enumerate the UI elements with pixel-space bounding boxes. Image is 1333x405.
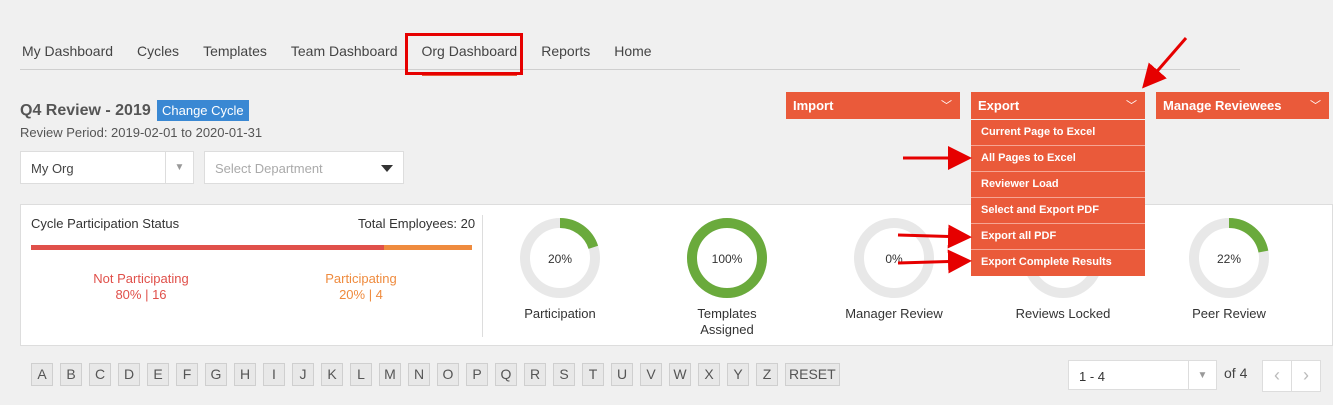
progress-ring-participation: 20%	[518, 216, 602, 300]
letter-filter-t[interactable]: T	[582, 363, 604, 386]
ring-value: 100%	[711, 252, 743, 266]
manage-reviewees-button[interactable]: Manage Reviewees ﹀	[1156, 92, 1329, 119]
department-placeholder: Select Department	[215, 161, 323, 176]
ring-caption: Peer Review	[1192, 306, 1266, 321]
participating-label: Participating	[325, 271, 397, 286]
page-range-select[interactable]: 1 - 4 ▼	[1068, 360, 1217, 390]
prev-page-button[interactable]: ‹	[1262, 360, 1292, 392]
org-select-value: My Org	[31, 161, 74, 176]
menu-item-export-complete-results[interactable]: Export Complete Results	[971, 250, 1145, 276]
chevron-down-icon: ﹀	[941, 100, 952, 112]
letter-filter-k[interactable]: K	[321, 363, 343, 386]
total-employees: Total Employees: 20	[358, 216, 476, 231]
participating-stat: Participating 20% | 4	[311, 271, 411, 303]
letter-filter-a[interactable]: A	[31, 363, 53, 386]
letter-filter-x[interactable]: X	[698, 363, 720, 386]
letter-filter-n[interactable]: N	[408, 363, 430, 386]
letter-filter-u[interactable]: U	[611, 363, 633, 386]
progress-ring-templates-assigned: 100%	[685, 216, 769, 300]
reset-filter-button[interactable]: RESET	[785, 363, 840, 386]
chevron-down-icon: ▼	[165, 152, 193, 183]
chevron-down-icon: ▼	[1188, 361, 1216, 389]
letter-filter-b[interactable]: B	[60, 363, 82, 386]
letter-filter-e[interactable]: E	[147, 363, 169, 386]
chevron-down-icon: ﹀	[1126, 100, 1137, 112]
tab-my-dashboard[interactable]: My Dashboard	[22, 40, 113, 70]
letter-filter-c[interactable]: C	[89, 363, 111, 386]
tab-team-dashboard[interactable]: Team Dashboard	[291, 40, 398, 70]
export-label: Export	[978, 98, 1020, 113]
review-title: Q4 Review - 2019	[20, 102, 151, 119]
not-participating-segment	[31, 245, 384, 250]
menu-item-reviewer-load[interactable]: Reviewer Load	[971, 172, 1145, 198]
org-select[interactable]: My Org ▼	[20, 151, 194, 184]
not-participating-stat: Not Participating 80% | 16	[91, 271, 191, 303]
not-participating-label: Not Participating	[93, 271, 189, 286]
letter-filter-o[interactable]: O	[437, 363, 459, 386]
participating-segment	[383, 245, 472, 250]
annotation-arrow-export	[1142, 37, 1188, 89]
menu-item-current-page-excel[interactable]: Current Page to Excel	[971, 120, 1145, 146]
ring-value: 20%	[547, 252, 573, 266]
letter-filter-v[interactable]: V	[640, 363, 662, 386]
progress-ring-manager-review: 0%	[852, 216, 936, 300]
ring-value: 0%	[885, 252, 903, 266]
change-cycle-button[interactable]: Change Cycle	[157, 100, 249, 121]
letter-filter-q[interactable]: Q	[495, 363, 517, 386]
letter-filter-i[interactable]: I	[263, 363, 285, 386]
letter-filter-g[interactable]: G	[205, 363, 227, 386]
tabs-divider	[20, 69, 1240, 70]
letter-filter-j[interactable]: J	[292, 363, 314, 386]
export-dropdown-menu: Current Page to Excel All Pages to Excel…	[971, 120, 1145, 276]
letter-filter-y[interactable]: Y	[727, 363, 749, 386]
department-select[interactable]: Select Department	[204, 151, 404, 184]
tab-cycles[interactable]: Cycles	[137, 40, 179, 70]
letter-filter-s[interactable]: S	[553, 363, 575, 386]
page-total: of 4	[1224, 365, 1248, 381]
letter-filter-l[interactable]: L	[350, 363, 372, 386]
alphabet-filter: A B C D E F G H I J K L M N O P Q R S T U V W X Y Z RESET	[31, 363, 847, 386]
next-page-button[interactable]: ›	[1291, 360, 1321, 392]
import-label: Import	[793, 98, 834, 113]
page-range-value: 1 - 4	[1079, 369, 1106, 384]
letter-filter-f[interactable]: F	[176, 363, 198, 386]
letter-filter-z[interactable]: Z	[756, 363, 778, 386]
nav-tabs: My Dashboard Cycles Templates Team Dashb…	[22, 40, 676, 76]
menu-item-export-all-pdf[interactable]: Export all PDF	[971, 224, 1145, 250]
menu-item-all-pages-excel[interactable]: All Pages to Excel	[971, 146, 1145, 172]
import-button[interactable]: Import ﹀	[786, 92, 960, 119]
tab-org-dashboard[interactable]: Org Dashboard	[421, 40, 517, 76]
participating-value: 20% | 4	[339, 287, 383, 302]
letter-filter-d[interactable]: D	[118, 363, 140, 386]
letter-filter-p[interactable]: P	[466, 363, 488, 386]
review-period: Review Period: 2019-02-01 to 2020-01-31	[20, 125, 263, 140]
ring-caption: Participation	[524, 306, 596, 321]
manage-reviewees-label: Manage Reviewees	[1163, 98, 1282, 113]
ring-value: 22%	[1216, 252, 1242, 266]
tab-reports[interactable]: Reports	[541, 40, 590, 70]
ring-caption: Templates Assigned	[697, 306, 757, 337]
letter-filter-m[interactable]: M	[379, 363, 401, 386]
letter-filter-h[interactable]: H	[234, 363, 256, 386]
not-participating-value: 80% | 16	[115, 287, 167, 302]
menu-item-select-export-pdf[interactable]: Select and Export PDF	[971, 198, 1145, 224]
participation-bar	[31, 245, 472, 250]
caret-down-icon	[381, 165, 393, 172]
export-button[interactable]: Export ﹀	[971, 92, 1145, 119]
chevron-down-icon: ﹀	[1310, 100, 1321, 112]
panel-divider	[482, 215, 483, 337]
ring-caption: Manager Review	[845, 306, 943, 321]
letter-filter-w[interactable]: W	[669, 363, 691, 386]
progress-ring-peer-review: 22%	[1187, 216, 1271, 300]
participation-title: Cycle Participation Status	[31, 216, 180, 231]
tab-templates[interactable]: Templates	[203, 40, 267, 70]
ring-caption: Reviews Locked	[1015, 306, 1111, 321]
tab-home[interactable]: Home	[614, 40, 651, 70]
letter-filter-r[interactable]: R	[524, 363, 546, 386]
